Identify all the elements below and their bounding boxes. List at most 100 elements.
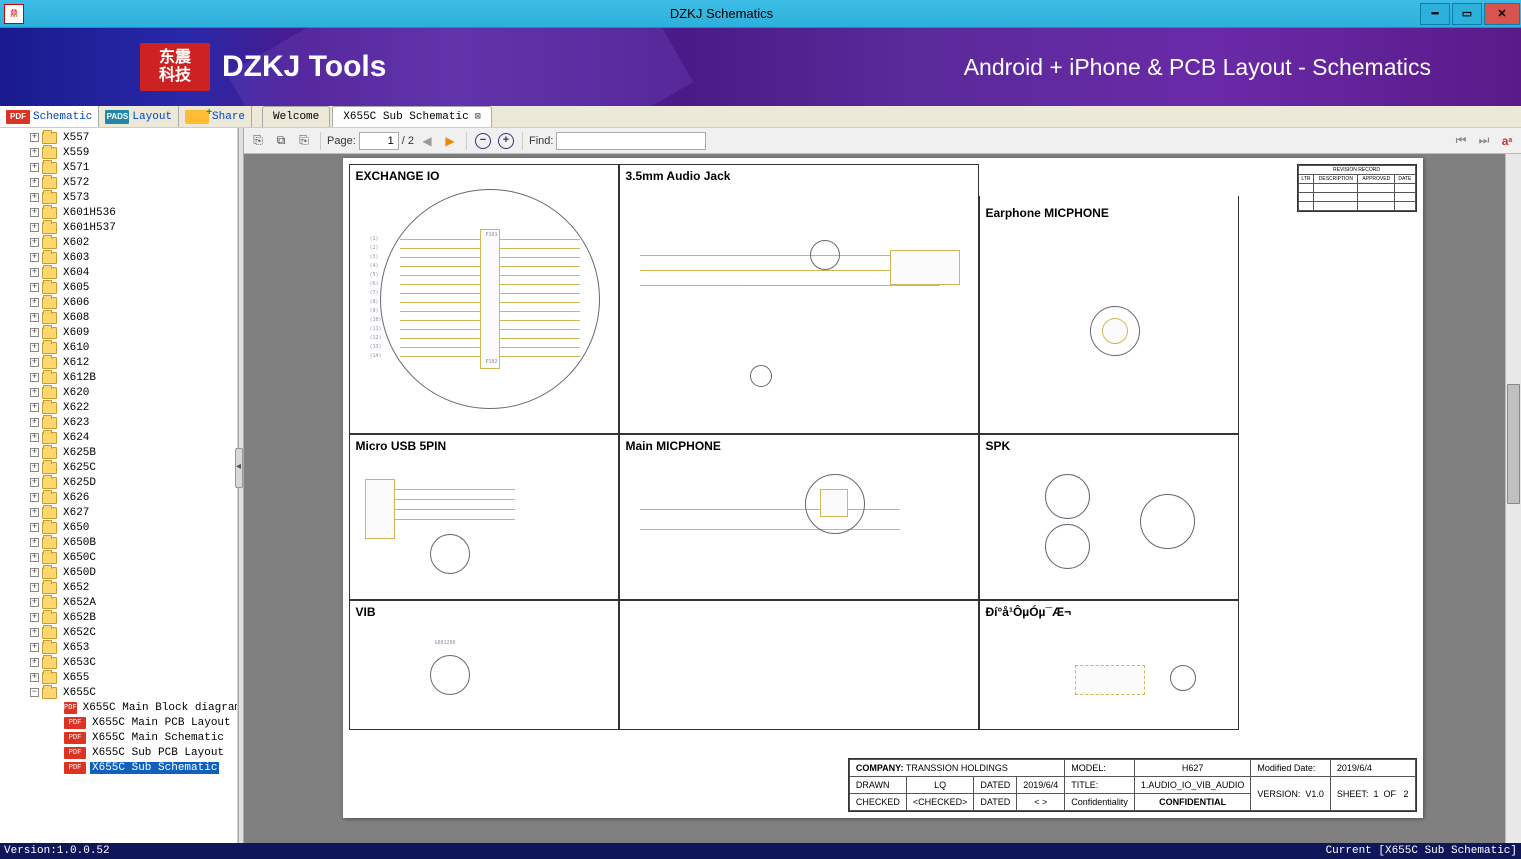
tree-folder[interactable]: +X605 (2, 280, 237, 295)
tree-folder[interactable]: +X571 (2, 160, 237, 175)
expand-icon[interactable]: + (30, 493, 39, 502)
expand-icon[interactable]: + (30, 148, 39, 157)
collapse-icon[interactable]: − (30, 688, 39, 697)
snapshot-button[interactable]: ⧉ (271, 131, 291, 151)
expand-icon[interactable]: + (30, 343, 39, 352)
tree-folder[interactable]: +X652 (2, 580, 237, 595)
copy-page-button[interactable]: ⎘ (294, 131, 314, 151)
tree-folder[interactable]: +X602 (2, 235, 237, 250)
tree-folder[interactable]: +X653 (2, 640, 237, 655)
tree-folder[interactable]: +X601H537 (2, 220, 237, 235)
tree-folder[interactable]: +X559 (2, 145, 237, 160)
tree-folder[interactable]: +X652A (2, 595, 237, 610)
expand-icon[interactable]: + (30, 313, 39, 322)
tree-file[interactable]: PDFX655C Sub Schematic (2, 760, 237, 775)
tree-file[interactable]: PDFX655C Main Block diagram (2, 700, 237, 715)
tree-folder[interactable]: +X612 (2, 355, 237, 370)
scroll-thumb[interactable] (1507, 384, 1520, 504)
expand-icon[interactable]: + (30, 298, 39, 307)
tab-welcome[interactable]: Welcome (262, 106, 330, 127)
tree-sidebar[interactable]: +X557+X559+X571+X572+X573+X601H536+X601H… (0, 128, 238, 843)
prev-page-button[interactable]: ◀ (417, 131, 437, 151)
tree-folder[interactable]: +X625C (2, 460, 237, 475)
find-prev-button[interactable]: ⏮ (1451, 131, 1471, 151)
copy-button[interactable]: ⎘ (248, 131, 268, 151)
tree-folder[interactable]: +X620 (2, 385, 237, 400)
expand-icon[interactable]: + (30, 463, 39, 472)
panel-tab-share[interactable]: Share (179, 106, 252, 127)
expand-icon[interactable]: + (30, 388, 39, 397)
expand-icon[interactable]: + (30, 448, 39, 457)
tree-folder[interactable]: +X652B (2, 610, 237, 625)
page-input[interactable] (359, 132, 399, 150)
close-button[interactable]: ✕ (1484, 3, 1520, 25)
tree-file[interactable]: PDFX655C Main Schematic (2, 730, 237, 745)
vertical-scrollbar[interactable] (1505, 154, 1521, 843)
tree-folder-expanded[interactable]: −X655C (2, 685, 237, 700)
tree-folder[interactable]: +X608 (2, 310, 237, 325)
expand-icon[interactable]: + (30, 433, 39, 442)
tree-folder[interactable]: +X624 (2, 430, 237, 445)
tree-folder[interactable]: +X626 (2, 490, 237, 505)
expand-icon[interactable]: + (30, 403, 39, 412)
text-style-button[interactable]: aa (1497, 131, 1517, 151)
tree-folder[interactable]: +X601H536 (2, 205, 237, 220)
zoom-in-button[interactable]: + (496, 131, 516, 151)
tree-folder[interactable]: +X650C (2, 550, 237, 565)
tab-current-schematic[interactable]: X655C Sub Schematic ⊠ (332, 106, 491, 127)
expand-icon[interactable]: + (30, 193, 39, 202)
expand-icon[interactable]: + (30, 673, 39, 682)
expand-icon[interactable]: + (30, 658, 39, 667)
expand-icon[interactable]: + (30, 598, 39, 607)
expand-icon[interactable]: + (30, 643, 39, 652)
tree-folder[interactable]: +X604 (2, 265, 237, 280)
expand-icon[interactable]: + (30, 328, 39, 337)
find-next-button[interactable]: ⏭ (1474, 131, 1494, 151)
expand-icon[interactable]: + (30, 568, 39, 577)
maximize-button[interactable]: ▭ (1452, 3, 1482, 25)
expand-icon[interactable]: + (30, 133, 39, 142)
panel-tab-layout[interactable]: PADS Layout (99, 106, 179, 127)
tree-folder[interactable]: +X650B (2, 535, 237, 550)
tree-folder[interactable]: +X650 (2, 520, 237, 535)
expand-icon[interactable]: + (30, 418, 39, 427)
expand-icon[interactable]: + (30, 628, 39, 637)
tree-folder[interactable]: +X625B (2, 445, 237, 460)
expand-icon[interactable]: + (30, 253, 39, 262)
expand-icon[interactable]: + (30, 373, 39, 382)
next-page-button[interactable]: ▶ (440, 131, 460, 151)
tree-folder[interactable]: +X623 (2, 415, 237, 430)
tree-folder[interactable]: +X627 (2, 505, 237, 520)
expand-icon[interactable]: + (30, 358, 39, 367)
expand-icon[interactable]: + (30, 478, 39, 487)
tree-folder[interactable]: +X610 (2, 340, 237, 355)
expand-icon[interactable]: + (30, 523, 39, 532)
tree-folder[interactable]: +X650D (2, 565, 237, 580)
find-input[interactable] (556, 132, 706, 150)
minimize-button[interactable]: ━ (1420, 3, 1450, 25)
splitter-grip[interactable] (235, 448, 243, 488)
tree-folder[interactable]: +X606 (2, 295, 237, 310)
expand-icon[interactable]: + (30, 508, 39, 517)
expand-icon[interactable]: + (30, 238, 39, 247)
zoom-out-button[interactable]: − (473, 131, 493, 151)
tree-folder[interactable]: +X612B (2, 370, 237, 385)
panel-tab-schematic[interactable]: PDF Schematic (0, 106, 99, 127)
tree-folder[interactable]: +X622 (2, 400, 237, 415)
tree-folder[interactable]: +X573 (2, 190, 237, 205)
expand-icon[interactable]: + (30, 553, 39, 562)
expand-icon[interactable]: + (30, 538, 39, 547)
tab-close-icon[interactable]: ⊠ (475, 111, 481, 123)
tree-folder[interactable]: +X655 (2, 670, 237, 685)
expand-icon[interactable]: + (30, 223, 39, 232)
expand-icon[interactable]: + (30, 613, 39, 622)
tree-folder[interactable]: +X652C (2, 625, 237, 640)
tree-folder[interactable]: +X609 (2, 325, 237, 340)
expand-icon[interactable]: + (30, 583, 39, 592)
expand-icon[interactable]: + (30, 208, 39, 217)
canvas-area[interactable]: REVISION RECORD LTR DESCRIPTION APPROVED… (244, 154, 1521, 843)
expand-icon[interactable]: + (30, 268, 39, 277)
tree-folder[interactable]: +X557 (2, 130, 237, 145)
expand-icon[interactable]: + (30, 283, 39, 292)
tree-folder[interactable]: +X572 (2, 175, 237, 190)
